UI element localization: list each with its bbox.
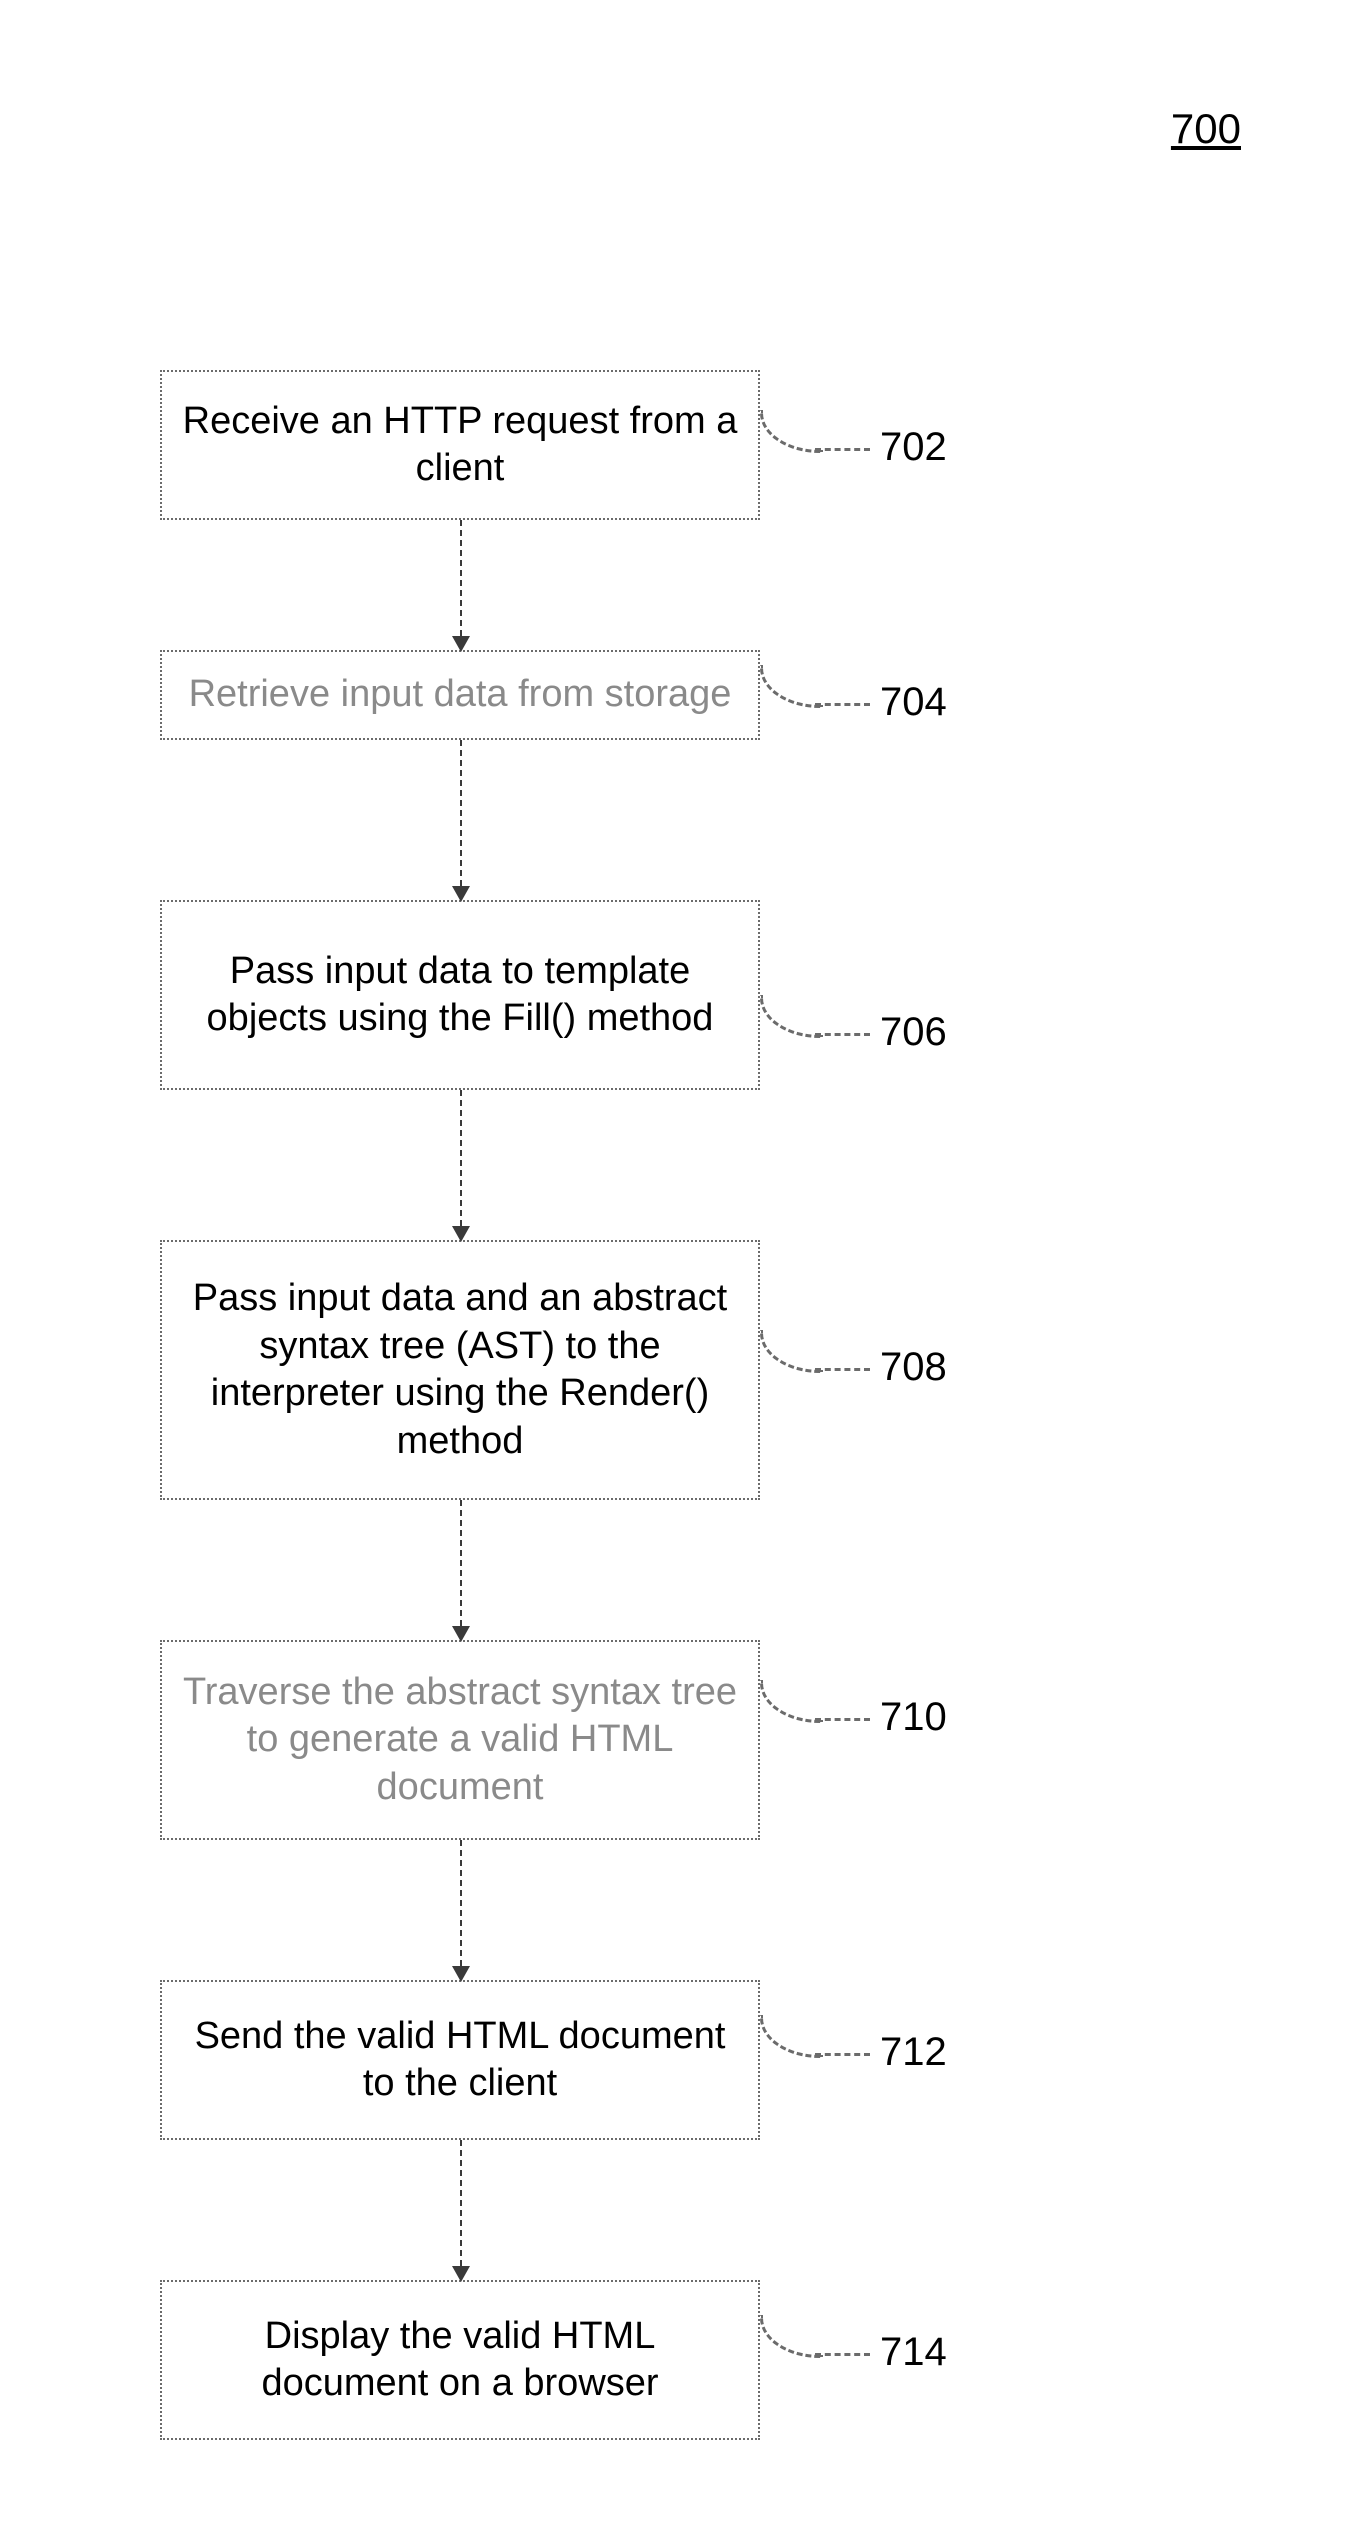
flow-arrow (460, 1840, 462, 1980)
leader-line (760, 665, 823, 708)
arrow-shaft (460, 1840, 462, 1966)
flow-step-704: Retrieve input data from storage (160, 650, 760, 740)
leader-line (815, 1033, 870, 1036)
leader-line (760, 1330, 823, 1373)
arrow-shaft (460, 1090, 462, 1226)
flow-arrow (460, 1500, 462, 1640)
leader-line (760, 1680, 823, 1723)
flow-step-710: Traverse the abstract syntax tree to gen… (160, 1640, 760, 1840)
arrowhead-icon (452, 886, 470, 902)
leader-line (760, 2315, 823, 2358)
flow-step-text: Retrieve input data from storage (189, 671, 732, 719)
flow-step-label-714: 714 (880, 2330, 947, 2375)
flow-arrow (460, 740, 462, 900)
figure-number: 700 (1171, 105, 1241, 153)
arrowhead-icon (452, 1966, 470, 1982)
flow-step-label-708: 708 (880, 1345, 947, 1390)
flow-step-714: Display the valid HTML document on a bro… (160, 2280, 760, 2440)
arrowhead-icon (452, 636, 470, 652)
arrowhead-icon (452, 2266, 470, 2282)
flow-step-text: Pass input data and an abstract syntax t… (178, 1275, 742, 1465)
arrow-shaft (460, 520, 462, 636)
flow-arrow (460, 1090, 462, 1240)
flow-step-712: Send the valid HTML document to the clie… (160, 1980, 760, 2140)
flow-step-label-702: 702 (880, 425, 947, 470)
flow-step-label-706: 706 (880, 1010, 947, 1055)
flow-step-label-710: 710 (880, 1695, 947, 1740)
flow-step-text: Display the valid HTML document on a bro… (178, 2313, 742, 2408)
flow-step-706: Pass input data to template objects usin… (160, 900, 760, 1090)
arrow-shaft (460, 740, 462, 886)
flow-step-702: Receive an HTTP request from a client (160, 370, 760, 520)
flow-step-text: Send the valid HTML document to the clie… (178, 2013, 742, 2108)
leader-line (760, 2015, 823, 2058)
arrow-shaft (460, 1500, 462, 1626)
leader-line (815, 2353, 870, 2356)
leader-line (760, 410, 823, 453)
flow-step-708: Pass input data and an abstract syntax t… (160, 1240, 760, 1500)
arrowhead-icon (452, 1226, 470, 1242)
flow-arrow (460, 520, 462, 650)
leader-line (760, 995, 823, 1038)
leader-line (815, 1718, 870, 1721)
flow-arrow (460, 2140, 462, 2280)
flow-step-text: Receive an HTTP request from a client (178, 398, 742, 493)
leader-line (815, 703, 870, 706)
flow-step-label-712: 712 (880, 2030, 947, 2075)
leader-line (815, 1368, 870, 1371)
leader-line (815, 448, 870, 451)
arrow-shaft (460, 2140, 462, 2266)
arrowhead-icon (452, 1626, 470, 1642)
leader-line (815, 2053, 870, 2056)
flow-step-text: Pass input data to template objects usin… (178, 948, 742, 1043)
flow-step-text: Traverse the abstract syntax tree to gen… (178, 1669, 742, 1812)
flow-step-label-704: 704 (880, 680, 947, 725)
